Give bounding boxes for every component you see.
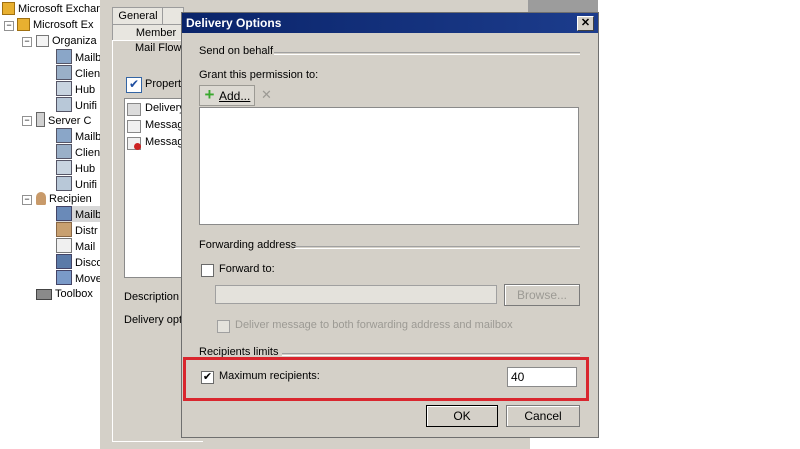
toolbox-icon (36, 289, 52, 300)
remove-icon[interactable]: ✕ (261, 87, 272, 103)
server-icon (36, 112, 45, 127)
dialog-title: Delivery Options (186, 16, 282, 30)
delivery-icon (127, 103, 141, 116)
forward-to-field[interactable] (215, 285, 497, 304)
collapse-toggle[interactable]: − (4, 21, 14, 31)
tree-node-org-client[interactable]: Clien (56, 65, 100, 81)
move-request-icon (56, 270, 72, 285)
forwarding-address-section: Forwarding address (199, 239, 297, 251)
tree-node-org-unified[interactable]: Unifi (56, 97, 97, 113)
organization-icon (36, 35, 49, 47)
forward-to-checkbox[interactable] (201, 264, 214, 277)
group-icon (56, 222, 72, 237)
message-size-icon (127, 120, 141, 133)
tree-node-server-client[interactable]: Clien (56, 144, 100, 160)
grant-permission-list[interactable] (199, 107, 579, 225)
close-button[interactable]: ✕ (577, 16, 594, 31)
dialog-titlebar: Delivery Options ✕ (182, 13, 598, 33)
delivery-options-dialog: Delivery Options ✕ Send on behalf Grant … (181, 12, 599, 438)
tree-node-server-mailbox[interactable]: Mailb (56, 128, 100, 144)
max-recipients-label: Maximum recipients: (219, 370, 320, 382)
restriction-badge-icon (134, 143, 141, 150)
tab-mail-flow[interactable]: Mail Flow (135, 42, 181, 54)
properties-checkbox[interactable]: ✔ (126, 77, 142, 93)
description-label: Description (124, 291, 180, 303)
tab-member[interactable]: Member (112, 24, 184, 41)
collapse-toggle[interactable]: − (22, 116, 32, 126)
forward-to-label: Forward to: (219, 263, 275, 275)
delivery-options-list[interactable]: Delivery Message Message (124, 98, 190, 278)
tree-node-org-root[interactable]: Microsoft Ex (17, 17, 94, 33)
add-icon: + (204, 85, 215, 104)
hub-transport-icon (56, 160, 72, 175)
collapse-toggle[interactable]: − (22, 37, 32, 47)
mail-contact-icon (56, 238, 72, 253)
tree-node-server-hub[interactable]: Hub (56, 160, 95, 176)
tree-node-recipient-distribution[interactable]: Distr (56, 222, 98, 238)
max-recipients-input[interactable]: 40 (507, 367, 577, 387)
mailbox-icon (56, 206, 72, 221)
section-divider (282, 353, 580, 356)
disconnected-mailbox-icon (56, 254, 72, 269)
mailbox-server-icon (56, 49, 72, 64)
unified-messaging-icon (56, 176, 72, 191)
delivery-options-label: Delivery opt (124, 314, 183, 326)
client-access-icon (56, 65, 72, 80)
tree-node-org-mailbox[interactable]: Mailb (56, 49, 100, 65)
tree-node-org-hub[interactable]: Hub (56, 81, 95, 97)
tree-node-root[interactable]: Microsoft Exchan (2, 1, 100, 17)
hub-transport-icon (56, 81, 72, 96)
max-recipients-checkbox[interactable]: ✔ (201, 371, 214, 384)
tree-node-recipient-mail[interactable]: Mail (56, 238, 95, 254)
section-divider (274, 52, 580, 55)
deliver-both-checkbox[interactable] (217, 320, 230, 333)
deliver-both-label: Deliver message to both forwarding addre… (235, 319, 513, 331)
exchange-icon (2, 2, 15, 15)
tree-node-recipient-disconnected[interactable]: Disco (56, 254, 100, 270)
close-icon: ✕ (580, 17, 591, 29)
navigation-tree: Microsoft Exchan − Microsoft Ex − Organi… (0, 0, 100, 449)
section-divider (294, 246, 580, 249)
collapse-toggle[interactable]: − (22, 195, 32, 205)
client-access-icon (56, 144, 72, 159)
mailbox-server-icon (56, 128, 72, 143)
tree-node-recipient-mailbox[interactable]: Mailb (56, 206, 100, 222)
unified-messaging-icon (56, 97, 72, 112)
tree-node-toolbox[interactable]: Toolbox (36, 286, 93, 302)
cancel-button[interactable]: Cancel (506, 405, 580, 427)
tree-node-organization[interactable]: Organiza (36, 33, 97, 49)
tree-node-recipient-move[interactable]: Move (56, 270, 100, 286)
exchange-icon (17, 18, 30, 31)
add-button[interactable]: + Add... (199, 85, 255, 106)
grant-permission-label: Grant this permission to: (199, 69, 319, 81)
tab-general[interactable]: General (112, 7, 164, 24)
user-icon (36, 192, 46, 205)
tree-node-server-unified[interactable]: Unifi (56, 176, 97, 192)
tree-node-recipient[interactable]: Recipien (36, 191, 92, 207)
check-icon: ✔ (202, 371, 213, 383)
tree-node-server[interactable]: Server C (36, 112, 91, 128)
browse-button[interactable]: Browse... (504, 284, 580, 306)
send-on-behalf-section: Send on behalf (199, 45, 274, 57)
ok-button[interactable]: OK (426, 405, 498, 427)
